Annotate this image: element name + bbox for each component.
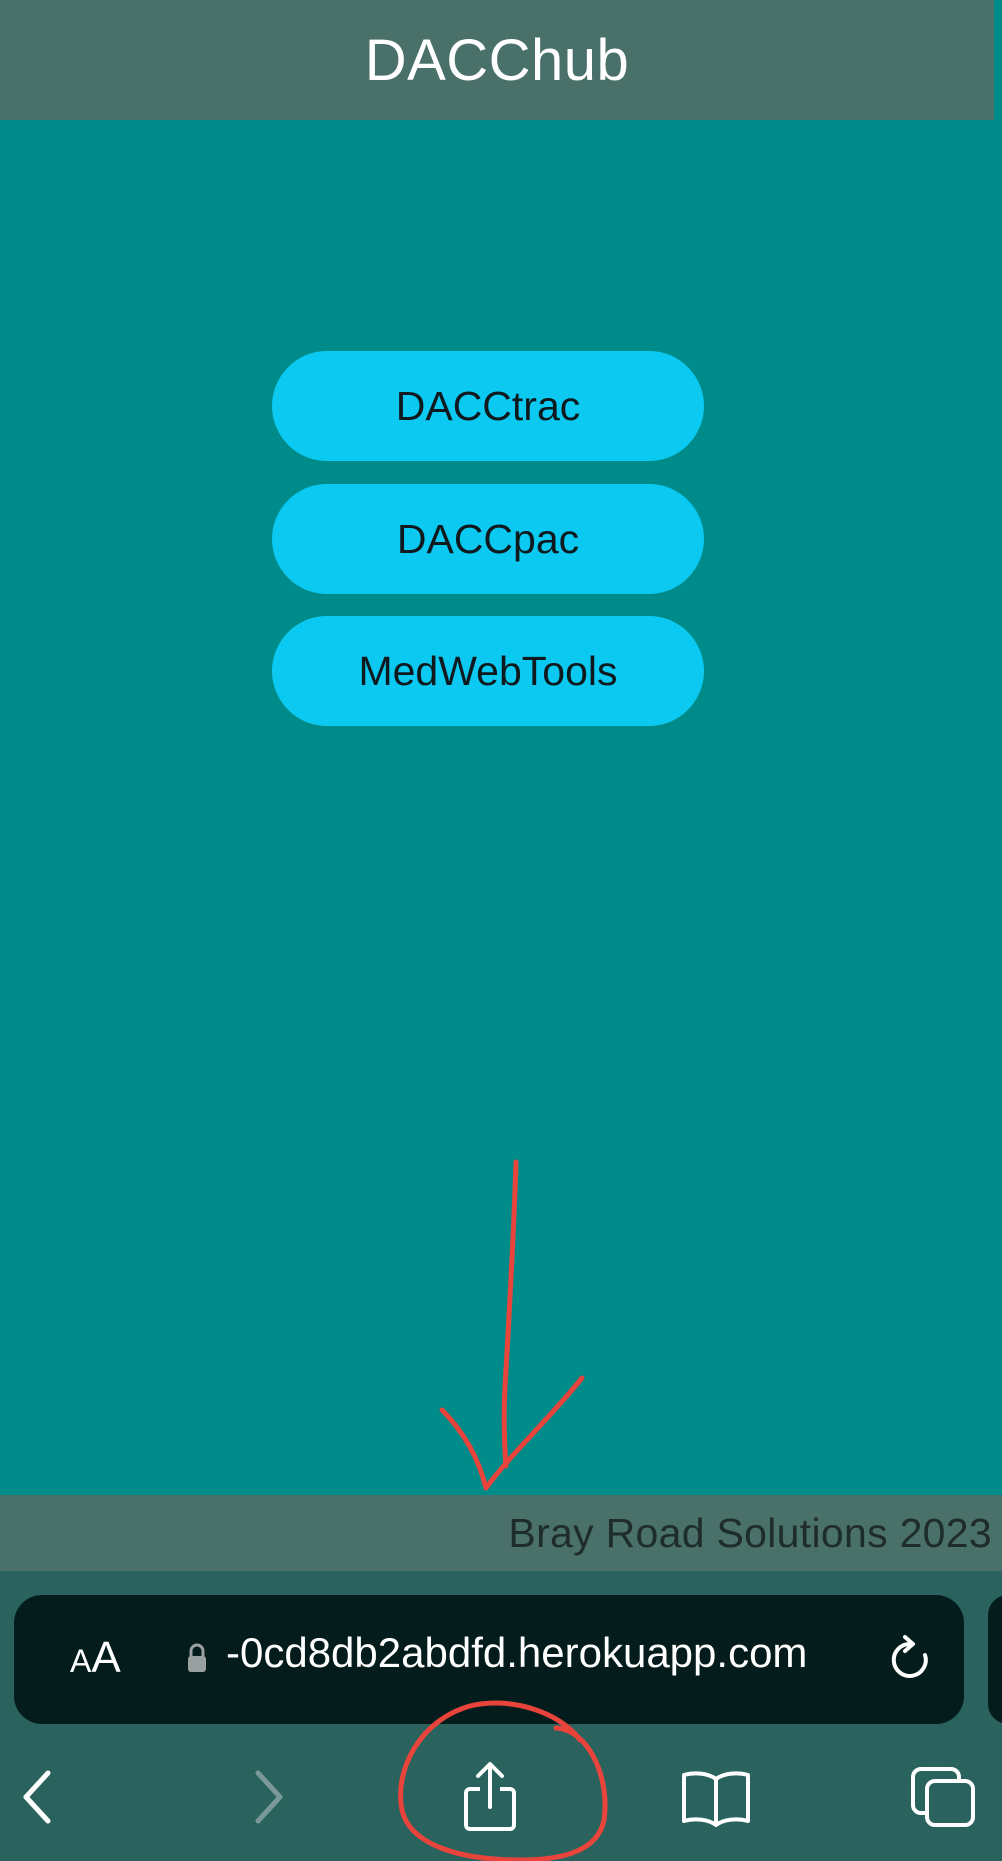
share-icon: [464, 1762, 516, 1831]
medwebtools-button[interactable]: MedWebTools: [272, 616, 704, 726]
tabs-button[interactable]: [904, 1762, 984, 1832]
page-header: DACChub: [0, 0, 994, 120]
daccstrac-button[interactable]: DACCtrac: [272, 351, 704, 461]
url-text: -0cd8db2abdfd.herokuapp.com: [226, 1629, 808, 1676]
reload-icon[interactable]: [886, 1633, 936, 1687]
lock-icon: [188, 1643, 206, 1672]
forward-button[interactable]: [238, 1762, 298, 1832]
daccpac-button[interactable]: DACCpac: [272, 484, 704, 594]
bookmarks-button[interactable]: [676, 1762, 756, 1832]
share-button[interactable]: [454, 1762, 526, 1832]
tabs-icon: [911, 1767, 975, 1827]
address-bar[interactable]: AA -0cd8db2abdfd.herokuapp.com: [14, 1595, 964, 1724]
text-size-button[interactable]: AA: [70, 1633, 121, 1683]
page-title: DACChub: [364, 27, 630, 93]
forward-icon: [255, 1770, 283, 1824]
main-content: [0, 120, 994, 1495]
back-icon: [23, 1770, 51, 1824]
bookmarks-icon: [682, 1771, 750, 1827]
page-edge: [994, 0, 1002, 1495]
back-button[interactable]: [8, 1762, 68, 1832]
footer-text: Bray Road Solutions 2023: [508, 1509, 992, 1556]
next-tab-address-bar[interactable]: [988, 1595, 1002, 1724]
page-footer: Bray Road Solutions 2023: [0, 1495, 1002, 1571]
